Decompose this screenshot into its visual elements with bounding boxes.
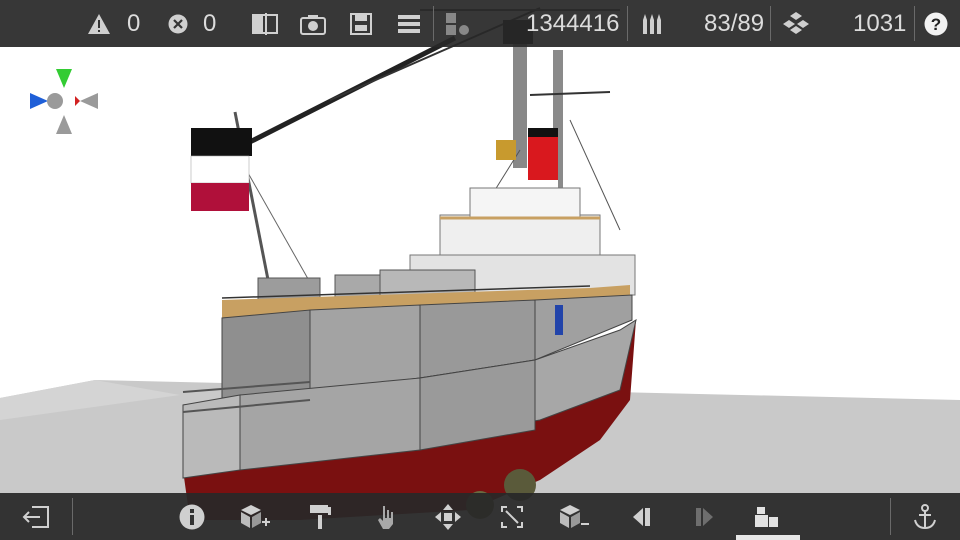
- gizmo-left-arrow: [30, 93, 48, 109]
- parts-count: 1031: [853, 10, 907, 37]
- polygon-icon[interactable]: [443, 0, 473, 47]
- menu-icon[interactable]: [394, 0, 424, 47]
- gizmo-center: [47, 93, 63, 109]
- paint-icon[interactable]: [305, 493, 335, 540]
- add-part-icon[interactable]: [238, 493, 272, 540]
- split-view-icon[interactable]: [250, 0, 280, 47]
- move-icon[interactable]: [433, 493, 463, 540]
- ammo-count: 83/89: [704, 10, 765, 37]
- toolbar-divider: [433, 6, 434, 41]
- imperial-flag: [190, 128, 252, 211]
- exit-icon[interactable]: [20, 493, 52, 540]
- svg-text:?: ?: [931, 15, 941, 34]
- ammo-icon[interactable]: [637, 0, 667, 47]
- info-icon[interactable]: [177, 493, 207, 540]
- help-icon[interactable]: ?: [922, 0, 950, 47]
- toolbar-divider: [914, 6, 915, 41]
- ship-model-scene: [0, 7, 960, 540]
- toolbar-divider: [627, 6, 628, 41]
- gizmo-down-arrow: [56, 115, 72, 134]
- gizmo-up-arrow: [56, 69, 72, 88]
- remove-part-icon[interactable]: [557, 493, 591, 540]
- gizmo-right-arrow: [80, 93, 98, 109]
- toolbar-divider: [72, 498, 73, 535]
- top-toolbar: 0 0 1344416 83/89 1031 ?: [0, 0, 960, 47]
- previous-icon[interactable]: [628, 493, 656, 540]
- polygon-count: 1344416: [526, 10, 620, 37]
- resize-icon[interactable]: [497, 493, 527, 540]
- orientation-gizmo[interactable]: [28, 66, 100, 136]
- camera-icon[interactable]: [298, 0, 328, 47]
- error-icon[interactable]: [166, 0, 190, 47]
- assembly-icon[interactable]: [752, 493, 782, 540]
- toolbar-divider: [890, 498, 891, 535]
- next-icon[interactable]: [690, 493, 718, 540]
- toolbar-divider: [770, 6, 771, 41]
- anchor-icon[interactable]: [910, 493, 940, 540]
- warning-icon[interactable]: [86, 0, 112, 47]
- bottom-toolbar: [0, 493, 960, 540]
- parts-icon[interactable]: [780, 0, 812, 47]
- save-icon[interactable]: [346, 0, 376, 47]
- errors-count: 0: [203, 10, 217, 37]
- active-tool-indicator: [736, 535, 800, 540]
- 3d-viewport[interactable]: [0, 0, 960, 540]
- hand-icon[interactable]: [372, 493, 400, 540]
- warnings-count: 0: [127, 10, 141, 37]
